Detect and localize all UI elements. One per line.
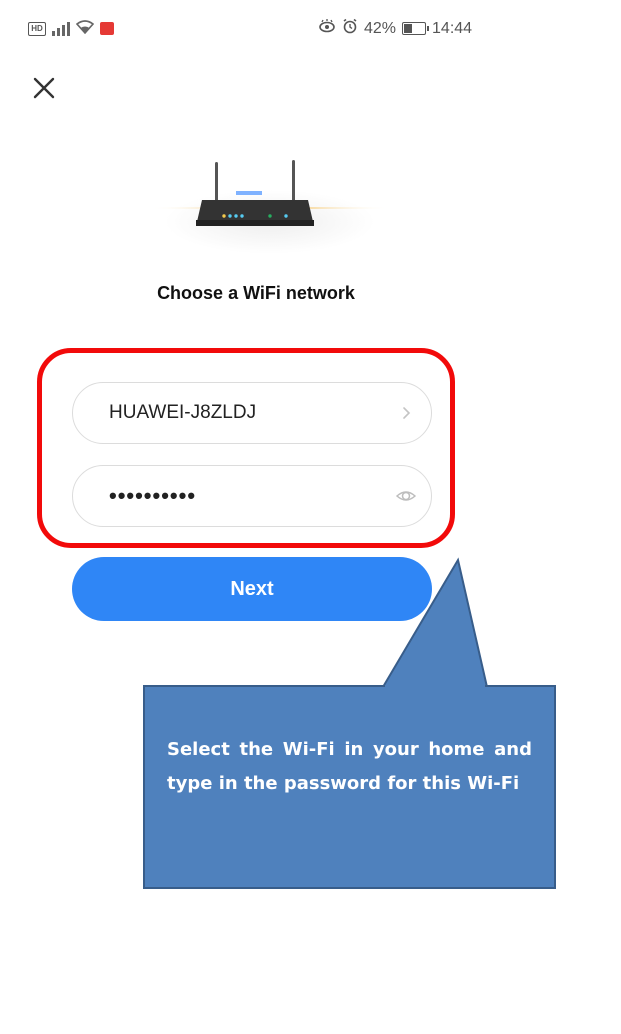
notification-icon [100,22,114,35]
next-button[interactable]: Next [72,557,432,621]
close-icon [33,77,55,99]
hd-icon: HD [28,21,46,36]
highlight-frame [37,348,455,548]
alarm-icon [342,18,358,39]
page-title: Choose a WiFi network [157,283,355,303]
status-right: 42% 14:44 [318,18,472,39]
eye-comfort-icon [318,19,336,38]
cell-signal-icon [52,21,70,36]
battery-percent: 42% [364,19,397,37]
callout-seam [385,685,485,688]
status-left: HD [28,20,114,37]
status-bar: HD 42% 14:44 [0,0,621,56]
battery-icon [402,22,430,35]
wifi-icon [75,20,95,37]
clock: 14:44 [432,19,473,37]
router-icon [150,160,390,254]
instruction-callout: Select the Wi-Fi in your home and type i… [143,685,556,889]
router-illustration [120,150,420,260]
callout-text: Select the Wi-Fi in your home and type i… [167,739,532,794]
close-button[interactable] [24,68,64,108]
